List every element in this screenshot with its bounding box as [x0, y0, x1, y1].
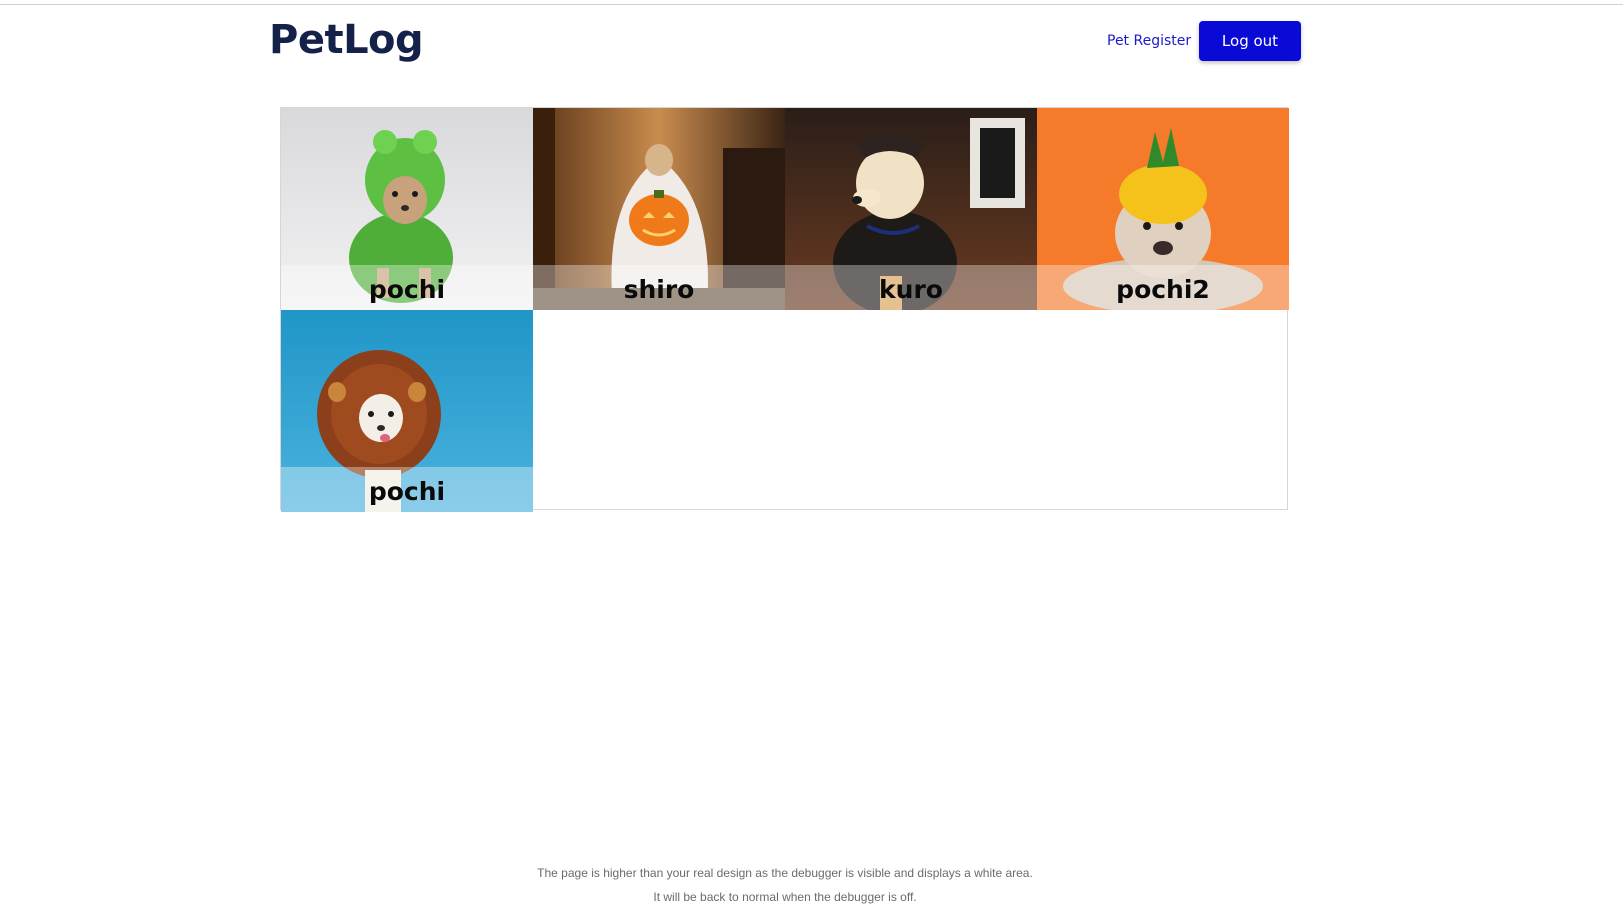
debugger-note-line1: The page is higher than your real design… — [537, 866, 1033, 880]
pet-name: pochi — [368, 275, 446, 304]
pet-name: pochi2 — [1116, 275, 1210, 304]
app-logo[interactable]: PetLog — [269, 17, 424, 63]
pet-card[interactable]: shiro — [533, 108, 785, 310]
logout-button[interactable]: Log out — [1199, 21, 1301, 61]
pet-name: shiro — [623, 275, 695, 304]
pet-name: kuro — [879, 275, 943, 304]
pet-name: pochi — [368, 477, 446, 506]
debugger-note-line2: It will be back to normal when the debug… — [653, 890, 917, 904]
pet-grid: pochi shiro kuro pochi2 pochi — [280, 107, 1289, 512]
app-header: PetLog Pet Register Log out — [0, 5, 1623, 85]
pet-register-link[interactable]: Pet Register — [1107, 33, 1191, 49]
pet-card[interactable]: kuro — [785, 108, 1037, 310]
pet-card[interactable]: pochi — [281, 108, 533, 310]
pet-card[interactable]: pochi2 — [1037, 108, 1289, 310]
pet-card[interactable]: pochi — [281, 310, 533, 512]
